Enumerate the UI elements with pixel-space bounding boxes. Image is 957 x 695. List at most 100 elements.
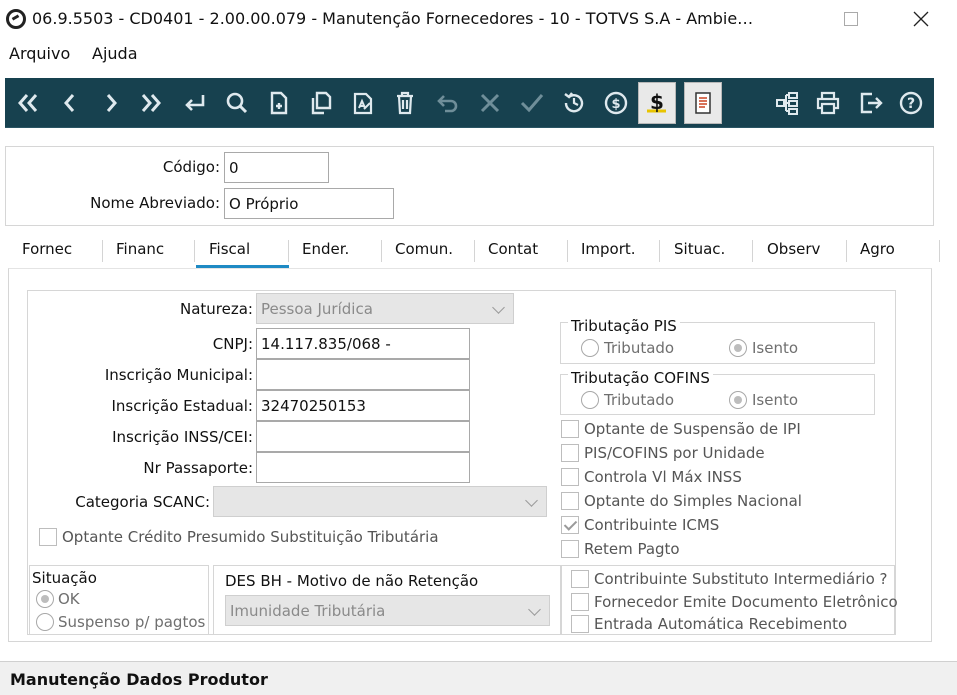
cofins-isento-label: Isento xyxy=(752,391,799,409)
new-button[interactable] xyxy=(261,78,297,128)
undo-button[interactable] xyxy=(430,78,466,128)
tab-agro[interactable]: Agro xyxy=(860,240,895,258)
situacao-ok-label: OK xyxy=(58,590,80,608)
cofins-isento-radio[interactable] xyxy=(729,391,747,409)
tab-separator xyxy=(102,240,103,262)
minimize-button[interactable] xyxy=(756,0,802,38)
tab-import[interactable]: Import. xyxy=(581,240,636,258)
contribuinte-substituto-checkbox[interactable] xyxy=(571,570,589,588)
contribuinte-icms-checkbox[interactable] xyxy=(561,516,579,534)
checkmark-icon xyxy=(520,94,544,113)
menu-arquivo[interactable]: Arquivo xyxy=(9,44,70,63)
optante-credito-checkbox[interactable] xyxy=(39,528,57,546)
situacao-ok-radio[interactable] xyxy=(36,590,54,608)
des-bh-select[interactable]: Imunidade Tributária xyxy=(225,595,550,626)
situacao-suspenso-radio[interactable] xyxy=(36,613,54,631)
previous-icon xyxy=(64,94,75,112)
tab-ender[interactable]: Ender. xyxy=(302,240,349,258)
cnpj-field[interactable]: 14.117.835/068 - xyxy=(256,328,470,359)
situacao-suspenso-label: Suspenso p/ pagtos xyxy=(58,613,206,631)
des-bh-title: DES BH - Motivo de não Retenção xyxy=(225,572,479,590)
save-button[interactable] xyxy=(514,78,550,128)
inscricao-municipal-field[interactable] xyxy=(256,359,470,390)
tributacao-cofins-title: Tributação COFINS xyxy=(568,369,713,387)
pis-tributado-radio[interactable] xyxy=(581,339,599,357)
search-button[interactable] xyxy=(219,78,255,128)
tab-fiscal[interactable]: Fiscal xyxy=(209,240,250,258)
help-button[interactable]: ? xyxy=(893,78,929,128)
tree-button[interactable] xyxy=(769,78,805,128)
print-button[interactable] xyxy=(810,78,846,128)
history-icon xyxy=(564,92,584,113)
controla-inss-label: Controla Vl Máx INSS xyxy=(584,468,742,486)
goto-icon xyxy=(185,95,205,111)
app-logo-icon xyxy=(6,9,26,29)
status-text: Manutenção Dados Produtor xyxy=(10,670,268,689)
inscricao-inss-field[interactable] xyxy=(256,421,470,452)
cancel-button[interactable] xyxy=(472,78,508,128)
tab-separator xyxy=(752,240,753,262)
currency-icon: $ xyxy=(604,91,628,115)
tributacao-pis-title: Tributação PIS xyxy=(568,317,680,335)
contribuinte-icms-label: Contribuinte ICMS xyxy=(584,516,720,534)
simples-nacional-label: Optante do Simples Nacional xyxy=(584,492,802,510)
nome-abreviado-field[interactable]: O Próprio xyxy=(224,188,394,219)
tab-separator xyxy=(288,240,289,262)
next-icon xyxy=(106,94,117,112)
copy-button[interactable] xyxy=(303,78,339,128)
print-icon xyxy=(816,91,840,115)
close-button[interactable] xyxy=(898,0,944,38)
des-bh-value: Imunidade Tributária xyxy=(230,602,386,620)
inscricao-municipal-label: Inscrição Municipal: xyxy=(104,366,253,384)
edit-button[interactable] xyxy=(345,78,381,128)
pis-tributado-label: Tributado xyxy=(604,339,675,357)
copy-icon xyxy=(311,91,332,115)
exit-button[interactable] xyxy=(853,78,889,128)
financial-button[interactable]: $ xyxy=(638,82,676,124)
toolbar: $ $ ? xyxy=(5,78,934,128)
tab-separator xyxy=(659,240,660,262)
currency-button[interactable]: $ xyxy=(598,78,634,128)
history-button[interactable] xyxy=(556,78,592,128)
controla-inss-checkbox[interactable] xyxy=(561,468,579,486)
tab-fornec[interactable]: Fornec xyxy=(22,240,72,258)
last-record-button[interactable] xyxy=(133,78,169,128)
delete-button[interactable] xyxy=(387,78,423,128)
next-record-button[interactable] xyxy=(93,78,129,128)
chevron-down-icon xyxy=(528,603,541,616)
emite-documento-label: Fornecedor Emite Documento Eletrônico xyxy=(594,593,898,611)
codigo-field[interactable]: 0 xyxy=(224,152,329,183)
tab-comun[interactable]: Comun. xyxy=(395,240,453,258)
inscricao-estadual-field[interactable]: 32470250153 xyxy=(256,390,470,421)
categoria-scanc-select[interactable] xyxy=(213,486,547,517)
maximize-button[interactable] xyxy=(828,0,874,38)
tab-financ[interactable]: Financ xyxy=(116,240,164,258)
codigo-label: Código: xyxy=(162,158,220,176)
suspensao-ipi-checkbox[interactable] xyxy=(561,420,579,438)
tab-situac[interactable]: Situac. xyxy=(674,240,725,258)
pis-isento-radio[interactable] xyxy=(729,339,747,357)
emite-documento-checkbox[interactable] xyxy=(571,593,589,611)
goto-button[interactable] xyxy=(177,78,213,128)
passaporte-field[interactable] xyxy=(256,452,470,483)
categoria-scanc-label: Categoria SCANC: xyxy=(75,493,210,511)
first-record-button[interactable] xyxy=(10,78,46,128)
optante-credito-label: Optante Crédito Presumido Substituição T… xyxy=(62,528,439,546)
svg-text:?: ? xyxy=(907,96,915,112)
entrada-automatica-checkbox[interactable] xyxy=(571,615,589,633)
retem-pagto-checkbox[interactable] xyxy=(561,540,579,558)
previous-record-button[interactable] xyxy=(52,78,88,128)
situacao-title: Situação xyxy=(32,569,97,587)
menu-ajuda[interactable]: Ajuda xyxy=(92,44,138,63)
cofins-tributado-radio[interactable] xyxy=(581,391,599,409)
menu-bar: Arquivo Ajuda xyxy=(0,40,957,68)
pis-cofins-unidade-checkbox[interactable] xyxy=(561,444,579,462)
status-bar: Manutenção Dados Produtor xyxy=(0,661,957,695)
natureza-select[interactable]: Pessoa Jurídica xyxy=(256,293,514,324)
contribuinte-substituto-label: Contribuinte Substituto Intermediário ? xyxy=(594,570,888,588)
tab-separator xyxy=(194,240,195,262)
tab-observ[interactable]: Observ xyxy=(767,240,820,258)
simples-nacional-checkbox[interactable] xyxy=(561,492,579,510)
report-button[interactable] xyxy=(684,82,722,124)
tab-contat[interactable]: Contat xyxy=(488,240,538,258)
